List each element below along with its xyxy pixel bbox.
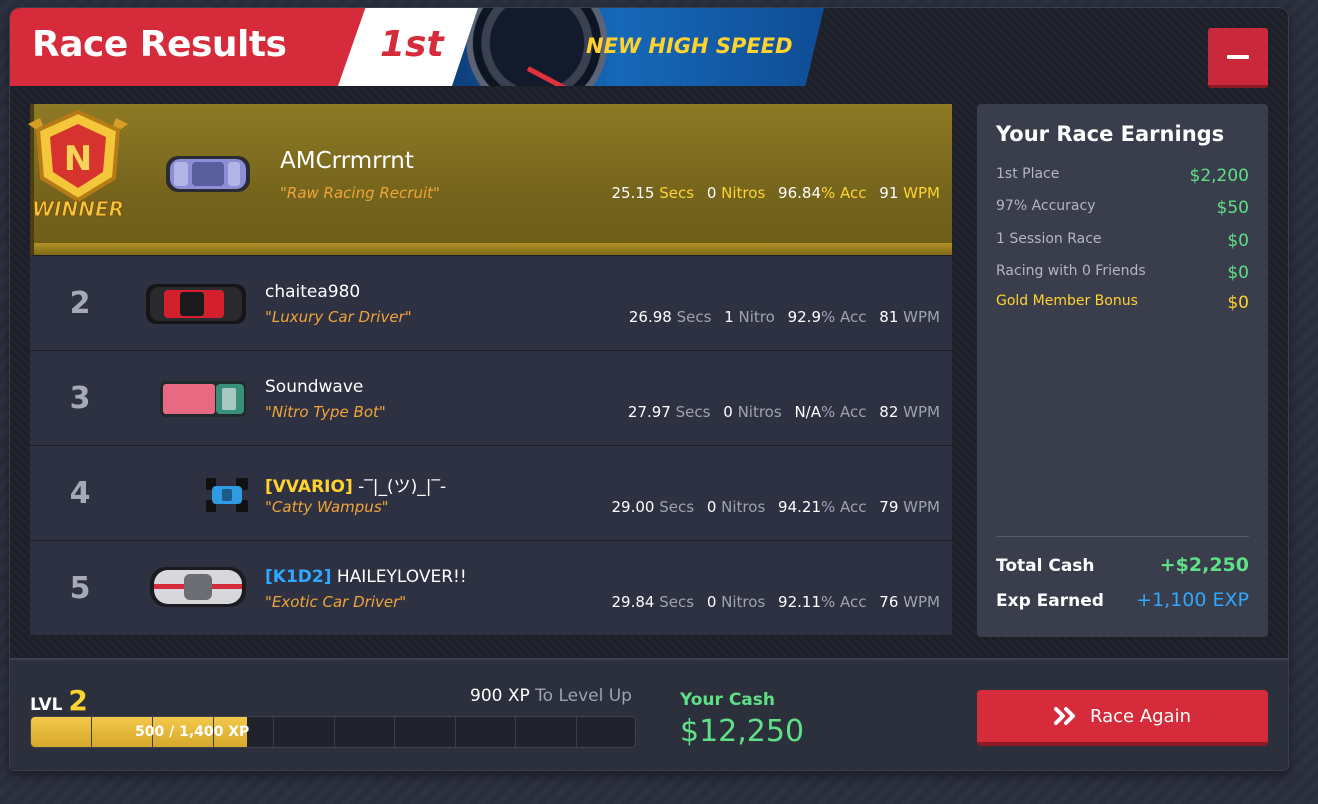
gold-bonus-line[interactable]: Gold Member Bonus $0 [996, 293, 1249, 313]
xp-segment [334, 717, 335, 747]
xp-progress-text: 500 / 1,400 XP [135, 724, 250, 740]
exp-earned-line: Exp Earned +1,100 EXP [996, 589, 1249, 611]
racer-car [158, 377, 248, 421]
xp-segment [455, 717, 456, 747]
results-list: N WINNER AMCrrmrrnt "Raw Racing Recruit"… [28, 104, 952, 636]
racer-car [144, 280, 248, 328]
earnings-divider [996, 536, 1249, 537]
racer-title: "Nitro Type Bot" [265, 403, 386, 421]
result-row-2: 2 chaitea980 "Luxury Car Driver" 26.98 S… [30, 256, 952, 351]
winner-label: WINNER [32, 197, 124, 221]
team-tag[interactable]: [VVARIO] [265, 477, 353, 497]
level-number: 2 [68, 684, 88, 717]
xp-segment [91, 717, 92, 747]
rank-number: 2 [69, 286, 91, 321]
racer-stats: 29.84 Secs 0 Nitros 92.11% Acc 76 WPM [611, 593, 941, 611]
progress-bar-area: LVL 2 900 XP To Level Up 500 / 1,400 XP … [10, 658, 1288, 770]
racer-car [204, 476, 250, 514]
racer-car [148, 563, 248, 611]
winner-badge-icon: N WINNER [28, 109, 128, 222]
race-results-panel: Race Results 1st NEW HIGH SPEED N WINNER [10, 8, 1288, 770]
race-earnings-panel: Your Race Earnings 1st Place $2,200 97% A… [977, 104, 1268, 637]
xp-to-level: 900 XP To Level Up [470, 686, 632, 706]
rank-number: 3 [69, 381, 91, 416]
place-label: 1st [380, 24, 444, 65]
rank-number: 5 [69, 571, 91, 606]
your-cash-label: Your Cash [680, 690, 776, 710]
page-title: Race Results [32, 24, 287, 65]
minimize-button[interactable] [1208, 28, 1268, 88]
high-speed-text: NEW HIGH SPEED [586, 34, 793, 58]
total-cash-line: Total Cash +$2,250 [996, 554, 1249, 576]
xp-segment [273, 717, 274, 747]
double-chevron-right-icon [1053, 707, 1075, 725]
racer-title: "Catty Wampus" [265, 498, 389, 516]
xp-segment [576, 717, 577, 747]
team-tag[interactable]: [K1D2] [265, 567, 331, 587]
racer-stats: 26.98 Secs 1 Nitro 92.9% Acc 81 WPM [628, 308, 940, 326]
your-cash-value: $12,250 [680, 714, 805, 749]
race-again-button[interactable]: Race Again [977, 690, 1268, 746]
racer-name[interactable]: chaitea980 [265, 282, 360, 302]
rank-number: 4 [69, 476, 91, 511]
badge-letter: N [64, 139, 92, 179]
result-row-4: 4 [VVARIO] -‾|_(ツ)_|‾- "Catty Wampus" 29… [30, 446, 952, 541]
earnings-heading: Your Race Earnings [996, 122, 1225, 146]
racer-name[interactable]: [VVARIO] -‾|_(ツ)_|‾- [265, 472, 446, 497]
racer-stats: 29.00 Secs 0 Nitros 94.21% Acc 79 WPM [611, 498, 941, 516]
racer-name[interactable]: AMCrrmrrnt [280, 148, 414, 174]
minus-icon [1227, 54, 1249, 59]
player-car [164, 152, 252, 196]
earnings-line: Racing with 0 Friends $0 [996, 263, 1249, 283]
racer-stats: 25.15 Secs 0 Nitros 96.84% Acc 91 WPM [611, 184, 941, 202]
xp-progress-bar: 500 / 1,400 XP [30, 716, 636, 748]
winner-highlight-strip [34, 243, 952, 255]
result-row-3: 3 Soundwave "Nitro Type Bot" 27.97 Secs … [30, 351, 952, 446]
result-row-1: N WINNER AMCrrmrrnt "Raw Racing Recruit"… [28, 104, 952, 256]
racer-name[interactable]: [K1D2] HAILEYLOVER!! [265, 567, 467, 587]
racer-title: "Exotic Car Driver" [265, 593, 407, 611]
xp-segment [394, 717, 395, 747]
earnings-line: 1st Place $2,200 [996, 166, 1249, 186]
result-row-5: 5 [K1D2] HAILEYLOVER!! "Exotic Car Drive… [30, 541, 952, 636]
racer-name[interactable]: Soundwave [265, 377, 363, 397]
racer-title: "Raw Racing Recruit" [280, 184, 440, 202]
xp-segment [515, 717, 516, 747]
earnings-line: 97% Accuracy $50 [996, 198, 1249, 218]
racer-title: "Luxury Car Driver" [265, 308, 412, 326]
race-again-label: Race Again [1089, 705, 1191, 727]
racer-stats: 27.97 Secs 0 Nitros N/A% Acc 82 WPM [627, 403, 940, 421]
level-label: LVL 2 [30, 684, 88, 717]
earnings-line: 1 Session Race $0 [996, 231, 1249, 251]
